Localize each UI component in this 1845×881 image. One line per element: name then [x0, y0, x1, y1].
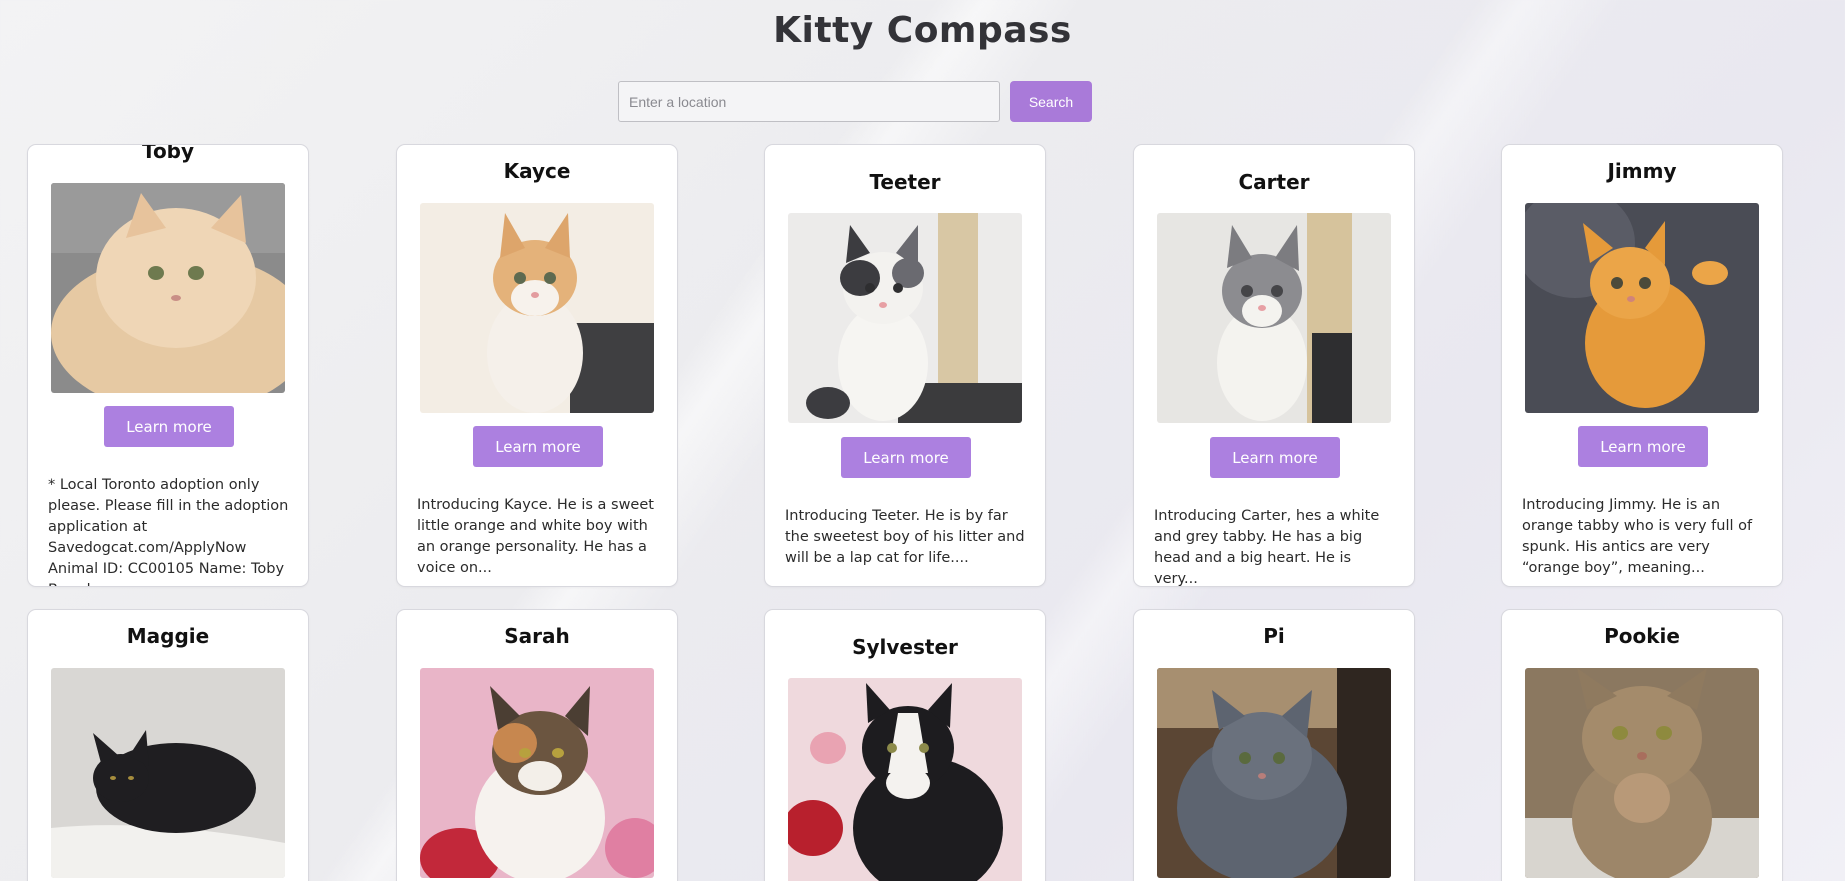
cat-photo	[51, 668, 285, 878]
cat-description: Introducing Teeter. He is by far the swe…	[785, 508, 1025, 566]
cat-name: Pookie	[1604, 624, 1680, 648]
location-input[interactable]	[618, 81, 1000, 122]
cat-name: Maggie	[126, 624, 210, 648]
cat-name: Jimmy	[1607, 159, 1677, 183]
cat-name: Sarah	[504, 624, 570, 648]
cat-photo	[1157, 668, 1391, 878]
cat-name: Sylvester	[852, 635, 958, 659]
cat-name: Pi	[1263, 624, 1285, 648]
cat-photo	[788, 678, 1022, 881]
search-bar: Search	[618, 81, 1092, 122]
cat-photo	[51, 183, 285, 393]
learn-more-button[interactable]: Learn more	[841, 437, 971, 478]
cat-description: Introducing Carter, hes a white and grey…	[1154, 508, 1380, 587]
cat-card: Carter Learn more Introducing Carter, he…	[1133, 144, 1415, 587]
cat-card: Pi	[1133, 609, 1415, 881]
cat-description: Introducing Jimmy. He is an orange tabby…	[1522, 497, 1753, 576]
cat-name: Teeter	[869, 170, 941, 194]
cat-photo	[1157, 213, 1391, 423]
learn-more-button[interactable]: Learn more	[473, 426, 603, 467]
header: Kitty Compass	[0, 10, 1845, 51]
cat-card: Sylvester	[764, 609, 1046, 881]
cat-card: Pookie	[1501, 609, 1783, 881]
cat-photo	[420, 668, 654, 878]
learn-more-button[interactable]: Learn more	[1210, 437, 1340, 478]
learn-more-button[interactable]: Learn more	[1578, 426, 1708, 467]
cat-description: * Local Toronto adoption only please. Pl…	[48, 477, 289, 586]
cat-description: Introducing Kayce. He is a sweet little …	[417, 497, 654, 576]
learn-more-button[interactable]: Learn more	[104, 406, 234, 447]
cat-card: Kayce Learn more Introducing Kayce. He i…	[396, 144, 678, 587]
cat-photo	[1525, 203, 1759, 413]
search-button[interactable]: Search	[1010, 81, 1092, 122]
cat-card: Sarah	[396, 609, 678, 881]
cat-photo	[788, 213, 1022, 423]
cat-name: Toby	[141, 144, 195, 163]
cat-name: Kayce	[503, 159, 571, 183]
cat-card: Teeter Learn more Introducing Teeter. He…	[764, 144, 1046, 587]
cat-card: Jimmy Learn more Introducing Jimmy. He i…	[1501, 144, 1783, 587]
cat-photo	[420, 203, 654, 413]
cat-card: Maggie	[27, 609, 309, 881]
cat-photo	[1525, 668, 1759, 878]
page-title: Kitty Compass	[773, 10, 1072, 51]
cat-card: Toby Learn more * Local Toronto adoption…	[27, 144, 309, 587]
cat-name: Carter	[1238, 170, 1310, 194]
